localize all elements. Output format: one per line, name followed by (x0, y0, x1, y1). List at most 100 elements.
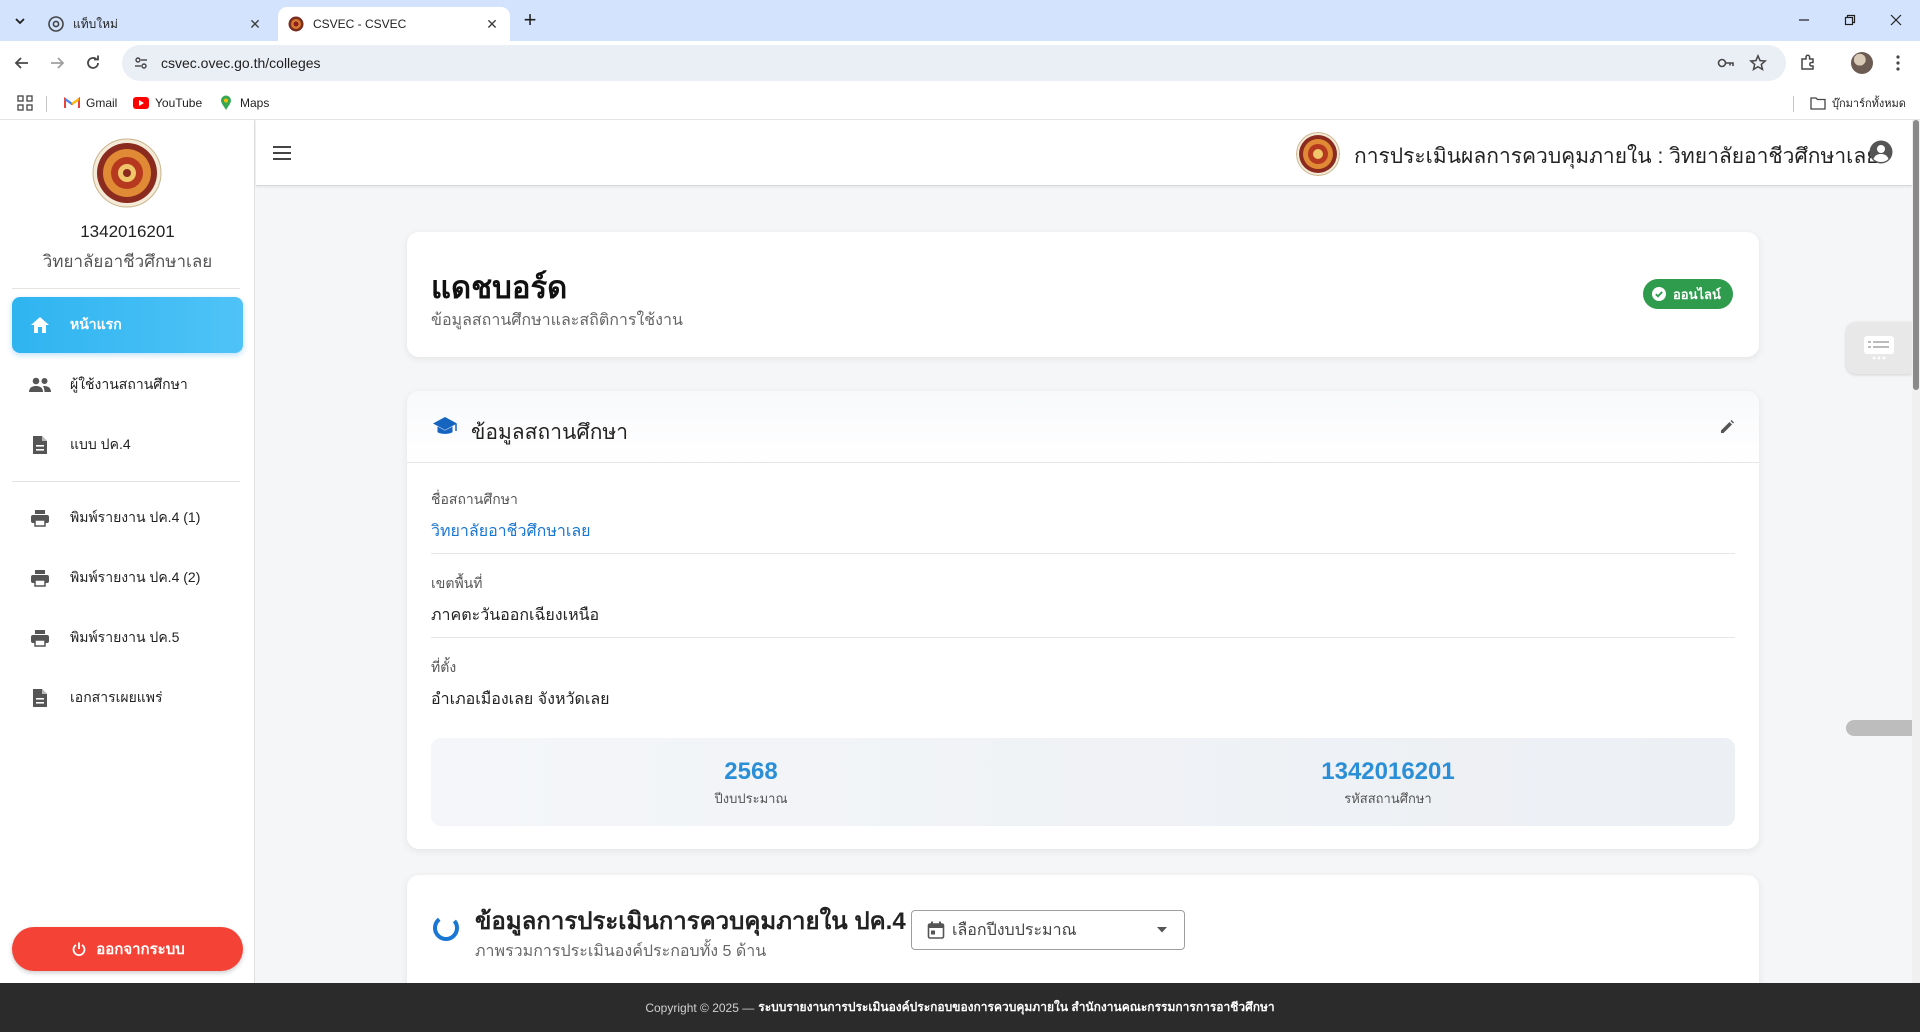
chrome-icon (48, 16, 64, 32)
browser-menu-button[interactable] (1886, 51, 1910, 75)
avatar (1851, 52, 1873, 74)
edit-pencil-icon[interactable] (1715, 415, 1739, 439)
tab-title: แท็บใหม่ (73, 16, 118, 31)
maps-icon (218, 95, 234, 111)
header-logo (1296, 132, 1340, 176)
kebab-menu-icon (1896, 55, 1900, 71)
minimize-button[interactable] (1790, 8, 1818, 32)
logout-button[interactable]: ออกจากระบบ (12, 927, 243, 971)
floating-list-button[interactable] (1846, 322, 1912, 374)
restore-button[interactable] (1836, 8, 1864, 32)
fiscal-year-select[interactable]: เลือกปีงบประมาณ (911, 910, 1185, 950)
sidebar-item-label: พิมพ์รายงาน ปค.4 (1) (70, 509, 201, 525)
menu-button[interactable] (270, 141, 294, 165)
sidebar-item-label: พิมพ์รายงาน ปค.5 (70, 629, 180, 645)
stat-fiscal-year: 2568 ปีงบประมาณ (601, 758, 901, 809)
bookmark-youtube[interactable]: YouTube (133, 93, 202, 113)
sidebar-item-pk4-form[interactable]: แบบ ปค.4 (12, 417, 243, 473)
footer-copyright: Copyright © 2025 — (645, 1000, 755, 1015)
sidebar-item-label: ผู้ใช้งานสถานศึกษา (70, 376, 188, 392)
bookmark-label: YouTube (155, 96, 203, 110)
back-button[interactable] (10, 51, 34, 75)
reload-button[interactable] (81, 51, 105, 75)
sidebar-item-label: เอกสารเผยแพร่ (70, 689, 163, 705)
sidebar-item-publications[interactable]: เอกสารเผยแพร่ (12, 670, 243, 726)
url-text: csvec.ovec.go.th/colleges (161, 55, 321, 71)
app-header: การประเมินผลการควบคุมภายใน : วิทยาลัยอาช… (256, 120, 1912, 186)
document-icon (28, 686, 52, 710)
stat-label: ปีงบประมาณ (714, 791, 788, 806)
status-badge: ออนไลน์ (1643, 279, 1733, 309)
password-key-icon[interactable] (1714, 51, 1738, 75)
new-tab-button[interactable]: + (518, 9, 542, 33)
tab-csvec[interactable]: CSVEC - CSVEC ✕ (278, 7, 510, 41)
field-region: เขตพื้นที่ ภาคตะวันออกเฉียงเหนือ (431, 573, 1735, 628)
stat-value: 2568 (724, 758, 778, 785)
gmail-icon (64, 95, 80, 111)
scrollbar-thumb[interactable] (1913, 120, 1919, 390)
extensions-icon[interactable] (1796, 51, 1820, 75)
site-info-icon[interactable] (131, 53, 151, 73)
sidebar-item-print-pk5[interactable]: พิมพ์รายงาน ปค.5 (12, 610, 243, 666)
stat-value: 1342016201 (1321, 758, 1455, 785)
bookmark-separator (1793, 96, 1794, 112)
users-icon (28, 373, 52, 397)
tab-search-button[interactable] (8, 9, 32, 33)
profile-button[interactable] (1850, 51, 1874, 75)
close-icon[interactable]: ✕ (247, 16, 263, 32)
logout-label: ออกจากระบบ (96, 941, 185, 958)
folder-icon (1810, 95, 1826, 111)
browser-toolbar: csvec.ovec.go.th/colleges (0, 41, 1920, 86)
arrow-right-icon (51, 57, 65, 69)
evaluation-card: ข้อมูลการประเมินการควบคุมภายใน ปค.4 ภาพร… (407, 875, 1759, 983)
dashboard-subtitle: ข้อมูลสถานศึกษาและสถิติการใช้งาน (431, 312, 683, 329)
footer-system-name: ระบบรายงานการประเมินองค์ประกอบของการควบค… (758, 1000, 1275, 1014)
field-location: ที่ตั้ง อำเภอเมืองเลย จังหวัดเลย (431, 657, 1735, 712)
all-bookmarks-button[interactable]: บุ๊กมาร์กทั้งหมด (1810, 93, 1906, 113)
bookmarks-bar: Gmail YouTube Maps บุ๊กมาร์กทั้งหมด (0, 86, 1920, 120)
select-placeholder: เลือกปีงบประมาณ (952, 921, 1077, 939)
bookmark-gmail[interactable]: Gmail (64, 93, 117, 113)
printer-icon (28, 566, 52, 590)
sidebar: 1342016201 วิทยาลัยอาชีวศึกษาเลย หน้าแรก… (0, 120, 255, 983)
dashboard-title: แดชบอร์ด (431, 270, 568, 305)
bookmark-maps[interactable]: Maps (218, 93, 269, 113)
close-window-button[interactable] (1882, 8, 1910, 32)
arrow-left-icon (14, 57, 28, 69)
list-panel-icon (1864, 336, 1894, 360)
loading-spinner-icon (433, 915, 459, 941)
status-label: ออนไลน์ (1673, 286, 1721, 302)
school-name-link[interactable]: วิทยาลัยอาชีวศึกษาเลย (431, 519, 1735, 544)
field-label: เขตพื้นที่ (431, 575, 483, 591)
field-value: อำเภอเมืองเลย จังหวัดเลย (431, 691, 610, 708)
printer-icon (28, 506, 52, 530)
bookmark-label: Maps (240, 96, 270, 110)
field-value: ภาคตะวันออกเฉียงเหนือ (431, 607, 600, 624)
bookmark-star-icon[interactable] (1746, 51, 1770, 75)
page-footer: Copyright © 2025 — ระบบรายงานการประเมินอ… (0, 983, 1920, 1032)
forward-button[interactable] (45, 51, 69, 75)
account-button[interactable] (1866, 137, 1896, 167)
sidebar-item-label: พิมพ์รายงาน ปค.4 (2) (70, 569, 201, 585)
dropdown-caret-icon (1150, 918, 1174, 942)
sidebar-item-users[interactable]: ผู้ใช้งานสถานศึกษา (12, 357, 243, 413)
apps-button[interactable] (17, 93, 33, 113)
school-info-card: ข้อมูลสถานศึกษา ชื่อสถานศึกษา วิทยาลัยอา… (407, 391, 1759, 849)
power-icon (70, 940, 88, 958)
sidebar-item-label: แบบ ปค.4 (70, 436, 131, 452)
page-title: การประเมินผลการควบคุมภายใน : วิทยาลัยอาช… (1354, 145, 1879, 168)
sidebar-item-home[interactable]: หน้าแรก (12, 297, 243, 353)
stat-school-code: 1342016201 รหัสสถานศึกษา (1238, 758, 1538, 809)
apps-grid-icon (17, 95, 33, 111)
evaluation-title: ข้อมูลการประเมินการควบคุมภายใน ปค.4 (475, 908, 906, 935)
page-scrollbar[interactable] (1912, 120, 1920, 983)
sidebar-divider (12, 288, 240, 289)
sidebar-item-print-pk4-2[interactable]: พิมพ์รายงาน ปค.4 (2) (12, 550, 243, 606)
college-logo (92, 138, 162, 208)
sidebar-item-print-pk4-1[interactable]: พิมพ์รายงาน ปค.4 (1) (12, 490, 243, 546)
restore-icon (1844, 14, 1856, 26)
side-drawer-handle[interactable] (1846, 720, 1912, 736)
close-icon[interactable]: ✕ (484, 16, 500, 32)
tab-new-tab[interactable]: แท็บใหม่ ✕ (38, 7, 273, 41)
address-bar[interactable]: csvec.ovec.go.th/colleges (122, 45, 1786, 81)
